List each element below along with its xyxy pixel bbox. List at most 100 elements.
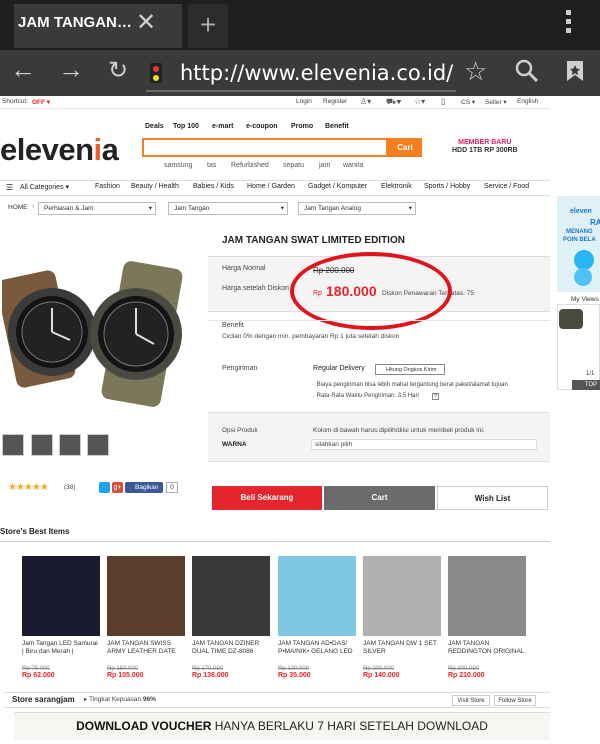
wishlist-button[interactable]: Wish List — [437, 486, 548, 510]
category-fashion[interactable]: Fashion — [95, 183, 120, 190]
my-views-label: My Views — [571, 296, 599, 303]
visit-store-button[interactable]: Visit Store — [452, 695, 490, 706]
color-label: WARNA — [222, 441, 247, 448]
keyword-link[interactable]: sepatu — [283, 162, 304, 169]
color-select[interactable]: silahkan pilih — [311, 439, 537, 450]
recent-view-thumb[interactable] — [559, 309, 583, 329]
keyword-link[interactable]: Refurbished — [231, 162, 269, 169]
option-box — [208, 412, 550, 462]
back-icon[interactable]: ← — [10, 54, 36, 85]
all-categories-menu[interactable]: All Categories ▾ — [20, 183, 69, 191]
facebook-share-button[interactable]: Bagikan — [125, 482, 163, 493]
product-thumbnail[interactable] — [87, 434, 109, 456]
product-thumbnail[interactable] — [59, 434, 81, 456]
breadcrumb-level2[interactable]: Jam Tangan ▾ — [168, 202, 288, 215]
product-thumbnail[interactable] — [2, 434, 24, 456]
keyword-link[interactable]: samsung — [164, 162, 192, 169]
close-tab-icon[interactable]: ✕ — [136, 8, 156, 37]
menu-emart[interactable]: e-mart — [212, 123, 233, 130]
keyword-link[interactable]: tas — [207, 162, 216, 169]
add-to-cart-button[interactable]: Cart — [324, 486, 435, 510]
item-image — [107, 556, 185, 636]
side-ad-title: RAC — [590, 218, 600, 227]
product-image[interactable] — [2, 244, 192, 424]
reload-icon[interactable]: ↻ — [108, 56, 128, 85]
buy-now-button[interactable]: Beli Sekarang — [212, 486, 322, 510]
googleplus-icon[interactable]: g+ — [112, 482, 123, 493]
wishlist-icon[interactable]: ☆▾ — [414, 97, 425, 106]
menu-benefit[interactable]: Benefit — [325, 123, 349, 130]
item-image — [363, 556, 441, 636]
site-logo[interactable]: elevenia — [0, 132, 119, 168]
url-field[interactable]: http://www.elevenia.co.id/prd-j — [180, 61, 454, 85]
category-beauty[interactable]: Beauty / Health — [131, 183, 179, 190]
pager: 1/1 — [586, 371, 595, 377]
side-ad-brand: eleven — [570, 208, 592, 215]
store-name[interactable]: Store sarangjam — [12, 695, 75, 704]
breadcrumb-home[interactable]: HOME — [8, 204, 28, 211]
category-sports[interactable]: Sports / Hobby — [424, 183, 470, 190]
search-icon[interactable] — [514, 58, 540, 84]
menu-promo[interactable]: Promo — [291, 123, 313, 130]
category-gadget[interactable]: Gadget / Komputer — [308, 183, 367, 190]
back-to-top-button[interactable]: TOP — [572, 380, 600, 390]
cs-menu[interactable]: CS ▾ — [461, 98, 475, 106]
breadcrumb-separator: › — [32, 203, 35, 210]
store-item[interactable]: JAM TANGAN DW 1 SET SILVER Rp 200.000 Rp… — [363, 556, 441, 679]
satisfaction-label: ▸ Tingkat Kepuasan 96% — [84, 696, 156, 703]
mobile-icon[interactable]: ▯ — [441, 97, 445, 106]
bookmarks-icon[interactable] — [565, 60, 585, 82]
category-elektronik[interactable]: Elektronik — [381, 183, 412, 190]
share-count: 0 — [166, 482, 178, 493]
search-input[interactable] — [142, 138, 388, 157]
search-button[interactable]: Cari — [388, 138, 422, 157]
product-thumbnail[interactable] — [31, 434, 53, 456]
shipping-calc-button[interactable]: Hitung Ongkos Kirim — [375, 364, 445, 375]
store-item[interactable]: JAM TANGAN REDDINGTON ORIGINAL Rp 300.00… — [448, 556, 526, 679]
product-title: JAM TANGAN SWAT LIMITED EDITION — [222, 235, 405, 246]
divider — [208, 320, 550, 321]
login-link[interactable]: Login — [296, 98, 312, 105]
breadcrumb-level1[interactable]: Perhiasan & Jam ▾ — [38, 202, 156, 215]
store-item[interactable]: JAM TANGAN AD•DAS/ P•MA/NIK• GELANG LED … — [278, 556, 356, 679]
shipping-note: · Biaya pengiriman bisa lebih mahal terg… — [313, 382, 508, 388]
rating-count[interactable]: (38) — [64, 484, 76, 491]
store-item[interactable]: Jam Tangan LED Samurai | Biru dan Merah … — [22, 556, 100, 679]
promo-banner[interactable]: MEMBER BARU HDD 1TB RP 300RB — [452, 139, 518, 155]
bookmark-star-icon[interactable]: ☆ — [464, 56, 487, 87]
help-icon[interactable]: ? — [432, 393, 439, 400]
item-image — [22, 556, 100, 636]
seller-menu[interactable]: Seller ▾ — [485, 98, 507, 106]
store-item[interactable]: JAM TANGAN SWISS ARMY LEATHER DATE Rp 15… — [107, 556, 185, 679]
coin-icon — [574, 268, 592, 286]
menu-top100[interactable]: Top 100 — [173, 123, 199, 130]
store-heading: Store's Best Items — [0, 527, 70, 536]
url-underline — [146, 90, 456, 92]
coin-icon — [574, 250, 594, 270]
category-service[interactable]: Service / Food — [484, 183, 529, 190]
register-link[interactable]: Register — [323, 98, 347, 105]
hamburger-icon[interactable]: ☰ — [6, 183, 13, 192]
twitter-icon[interactable] — [99, 482, 110, 493]
cart-icon[interactable]: ⛟▾ — [386, 97, 401, 107]
side-ad-line: MENANG — [566, 229, 593, 235]
tab-title: JAM TANGAN… — [18, 14, 132, 31]
follow-store-button[interactable]: Follow Store — [494, 695, 536, 706]
breadcrumb-level3[interactable]: Jam Tangan Analog ▾ — [298, 202, 416, 215]
category-babies[interactable]: Babies / Kids — [193, 183, 234, 190]
site-info-icon[interactable] — [150, 63, 162, 83]
overflow-menu-icon[interactable] — [566, 10, 572, 37]
shortcut-toggle[interactable]: OFF ▾ — [32, 98, 50, 106]
language-link[interactable]: English — [517, 98, 538, 105]
user-icon[interactable]: ♙▾ — [360, 97, 371, 106]
store-item[interactable]: JAM TANGAN DZINER DUAL TIME DZ-8086 Rp 1… — [192, 556, 270, 679]
keyword-link[interactable]: wanita — [343, 162, 363, 169]
menu-ecoupon[interactable]: e-coupon — [246, 123, 278, 130]
voucher-banner[interactable]: DOWNLOAD VOUCHER HANYA BERLAKU 7 HARI SE… — [14, 712, 550, 740]
forward-icon[interactable]: → — [58, 54, 84, 85]
keyword-link[interactable]: jam — [319, 162, 330, 169]
new-tab-button[interactable]: + — [188, 4, 228, 48]
menu-deals[interactable]: Deals — [145, 123, 164, 130]
benefit-text: Cicilan 0% dengan min. pembayaran Rp 1 j… — [222, 333, 400, 340]
category-home[interactable]: Home / Garden — [247, 183, 295, 190]
